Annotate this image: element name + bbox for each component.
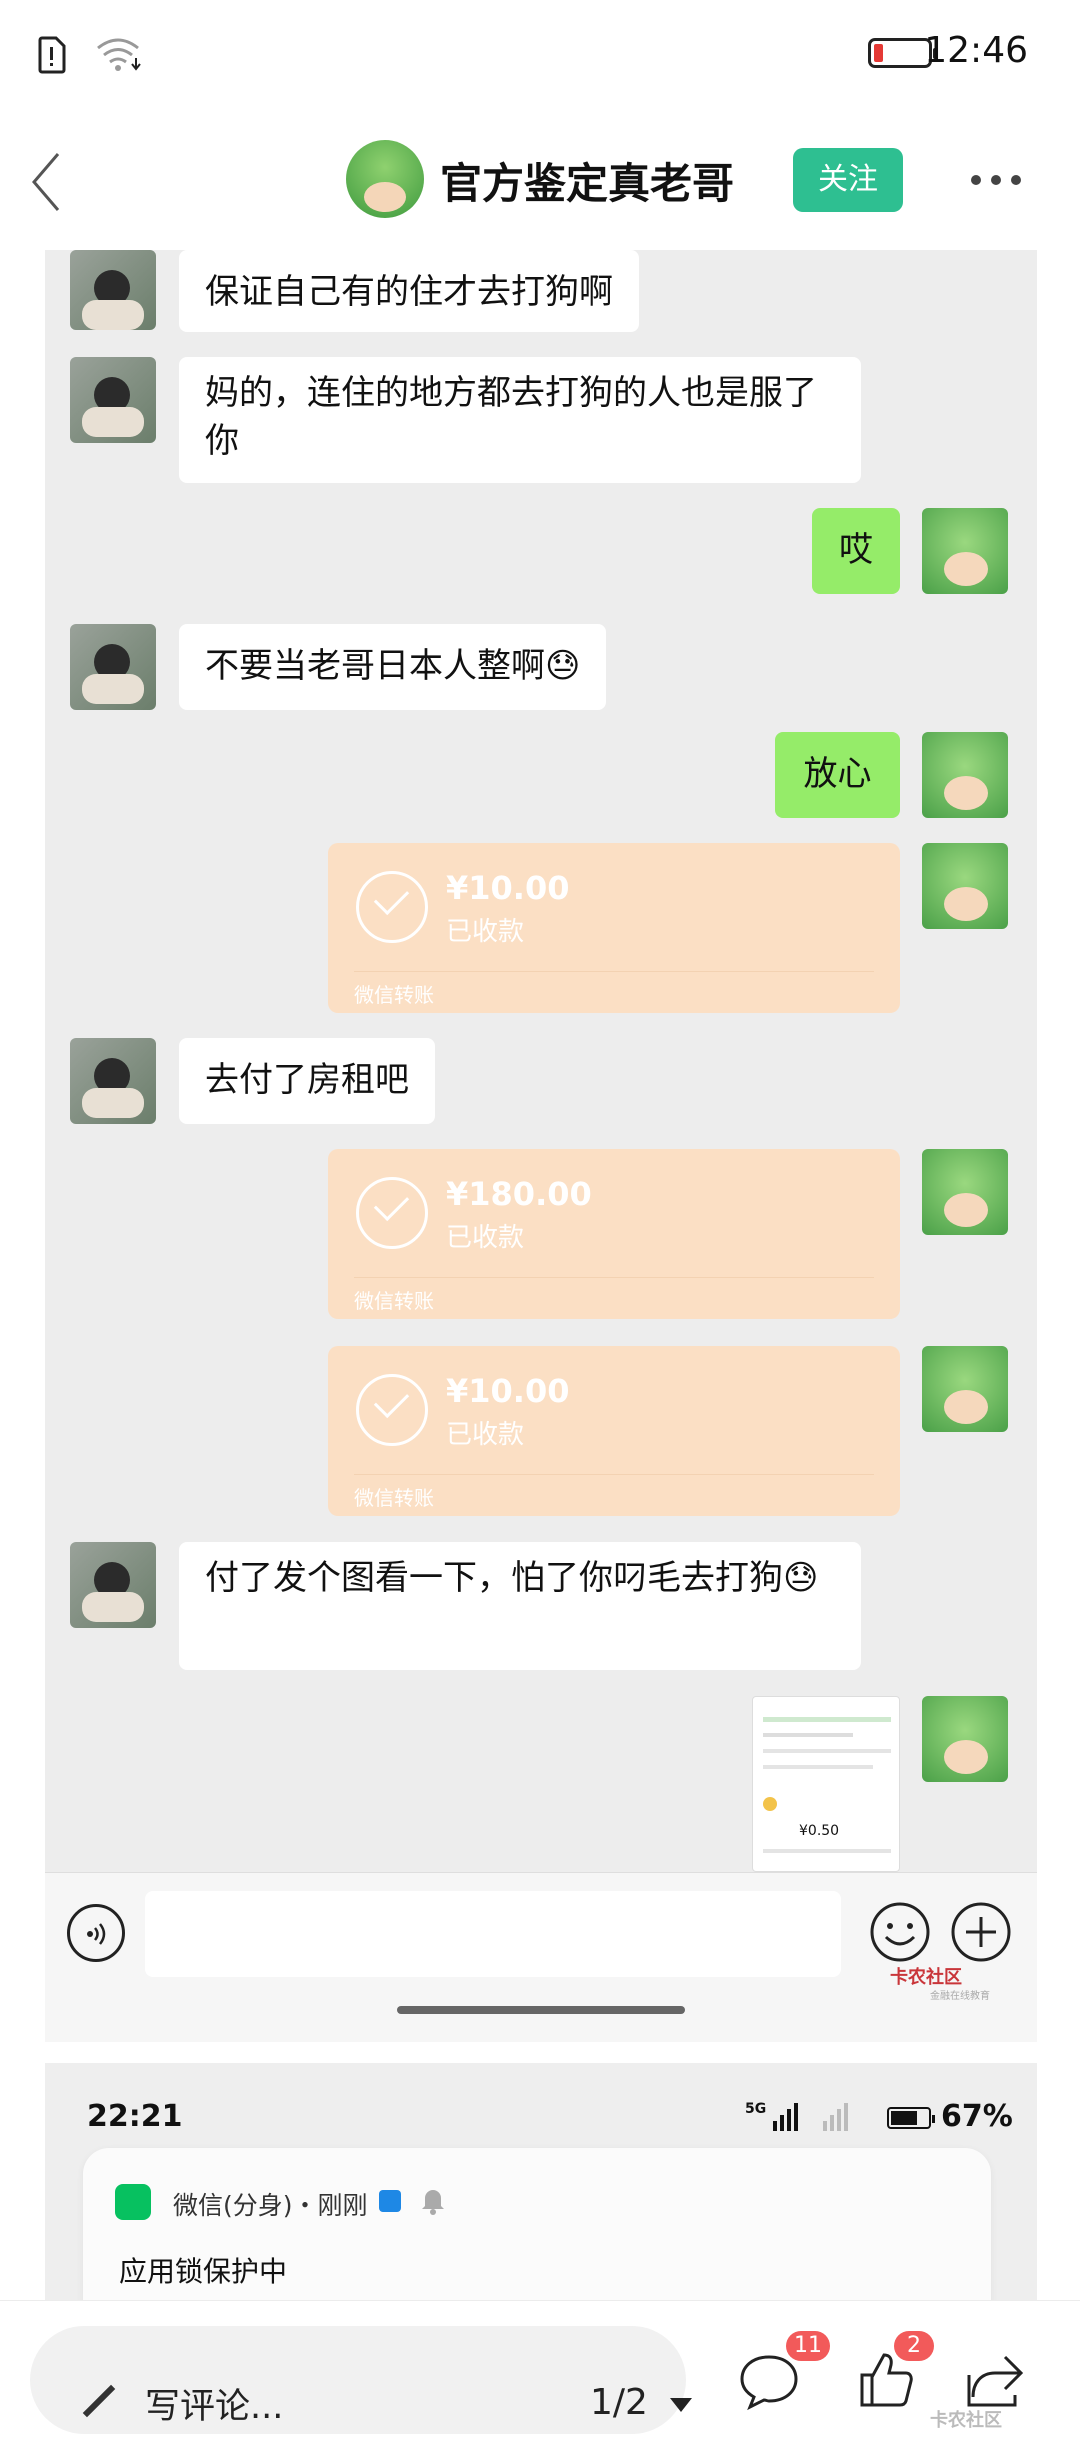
- author-avatar[interactable]: [346, 140, 424, 218]
- transfer-amount: ¥10.00: [446, 1372, 570, 1410]
- self-avatar: [922, 508, 1008, 594]
- chevron-down-icon[interactable]: [670, 2398, 692, 2412]
- transfer-card[interactable]: ¥10.00 已收款 微信转账: [328, 843, 900, 1013]
- message-bubble: 保证自己有的住才去打狗啊: [179, 250, 639, 332]
- friend-avatar: [70, 624, 156, 710]
- bottom-action-bar: 写评论... 1/2 11 2 卡农社区: [0, 2300, 1080, 2460]
- network-label: 5G: [745, 2101, 767, 2117]
- shot2-battery-icon: [887, 2107, 935, 2129]
- message-bubble-self: 哎: [812, 508, 900, 594]
- shot2-time: 22:21: [87, 2099, 183, 2134]
- message-bubble: 妈的，连住的地方都去打狗的人也是服了你: [179, 357, 861, 483]
- message-bubble: 去付了房租吧: [179, 1038, 435, 1124]
- transfer-status: 已收款: [446, 1223, 525, 1253]
- watermark-tagline: 金融在线教育: [930, 1991, 990, 2002]
- friend-avatar: [70, 250, 156, 330]
- self-avatar: [922, 1696, 1008, 1782]
- message-bubble-self: 放心: [775, 732, 900, 818]
- status-time: 12:46: [924, 30, 1028, 71]
- bell-muted-icon: [422, 2190, 444, 2215]
- thumb-amount: ¥0.50: [799, 1823, 840, 1839]
- chat-screenshot[interactable]: 保证自己有的住才去打狗啊 妈的，连住的地方都去打狗的人也是服了你 哎 不要当老哥…: [45, 250, 1037, 2040]
- check-icon: [356, 871, 428, 943]
- shot2-battery-pct: 67%: [941, 2099, 1013, 2134]
- notification-source: 微信(分身)・刚刚: [173, 2191, 368, 2220]
- clone-app-icon: [379, 2190, 401, 2212]
- friend-avatar: [70, 357, 156, 443]
- comment-input[interactable]: 写评论... 1/2: [30, 2326, 692, 2434]
- chat-input-bar: 卡农社区 金融在线教育: [45, 1872, 1037, 2042]
- title-bar: 官方鉴定真老哥 关注: [0, 110, 1080, 250]
- comment-icon[interactable]: [738, 2353, 800, 2411]
- transfer-card[interactable]: ¥180.00 已收款 微信转账: [328, 1149, 900, 1319]
- self-avatar: [922, 732, 1008, 818]
- transfer-footer: 微信转账: [354, 1486, 434, 1510]
- sim-alert-icon: [38, 36, 66, 74]
- comment-placeholder: 写评论...: [145, 2387, 284, 2427]
- message-input[interactable]: [145, 1891, 841, 1977]
- battery-icon: [868, 38, 938, 68]
- signal-icon: [773, 2103, 848, 2131]
- back-icon[interactable]: [28, 150, 64, 214]
- wifi-icon: [97, 38, 141, 71]
- transfer-status: 已收款: [446, 917, 525, 947]
- voice-icon[interactable]: [67, 1904, 125, 1962]
- share-icon[interactable]: [965, 2351, 1025, 2409]
- transfer-footer: 微信转账: [354, 1289, 434, 1313]
- check-icon: [356, 1177, 428, 1249]
- watermark-brand-2: 卡农社区: [930, 2410, 1002, 2431]
- follow-button[interactable]: 关注: [793, 148, 903, 212]
- message-bubble: 付了发个图看一下，怕了你叼毛去打狗😓: [179, 1542, 861, 1670]
- add-icon[interactable]: [950, 1901, 1012, 1963]
- status-bar: 12:46: [0, 0, 1080, 110]
- notification-body: 应用锁保护中: [119, 2255, 288, 2288]
- transfer-card[interactable]: ¥10.00 已收款 微信转账: [328, 1346, 900, 1516]
- self-avatar: [922, 1149, 1008, 1235]
- notification-screenshot[interactable]: 22:21 5G 67% 微信(分身)・刚刚 应用锁保护中: [45, 2063, 1037, 2303]
- page-indicator[interactable]: 1/2: [590, 2382, 648, 2423]
- wechat-icon: [115, 2184, 151, 2220]
- friend-avatar: [70, 1038, 156, 1124]
- watermark-brand: 卡农社区: [890, 1967, 962, 1988]
- self-avatar: [922, 1346, 1008, 1432]
- comment-count-badge: 11: [786, 2331, 830, 2361]
- pen-icon: [82, 2384, 116, 2418]
- check-icon: [356, 1374, 428, 1446]
- notification-card[interactable]: 微信(分身)・刚刚 应用锁保护中: [83, 2148, 991, 2303]
- transfer-amount: ¥10.00: [446, 869, 570, 907]
- author-name[interactable]: 官方鉴定真老哥: [440, 150, 734, 211]
- self-avatar: [922, 843, 1008, 929]
- transfer-footer: 微信转账: [354, 983, 434, 1007]
- transfer-amount: ¥180.00: [446, 1175, 592, 1213]
- like-count-badge: 2: [894, 2331, 934, 2361]
- friend-avatar: [70, 1542, 156, 1628]
- transfer-status: 已收款: [446, 1420, 525, 1450]
- more-icon[interactable]: [968, 168, 1024, 192]
- message-bubble: 不要当老哥日本人整啊😓: [179, 624, 607, 710]
- home-indicator: [397, 2006, 685, 2014]
- image-message[interactable]: ¥0.50: [752, 1696, 900, 1872]
- emoji-icon[interactable]: [869, 1901, 931, 1963]
